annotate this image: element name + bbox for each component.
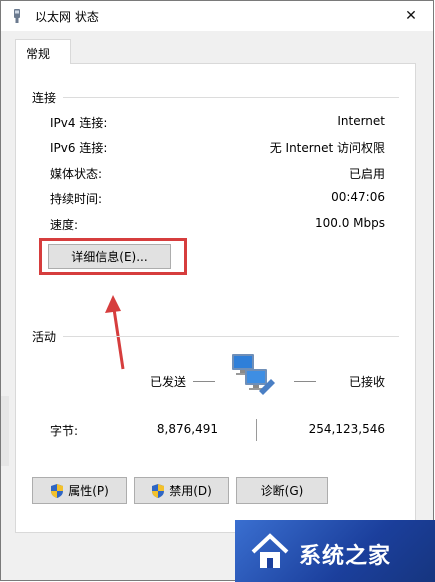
bytes-label: 字节: <box>50 424 79 438</box>
red-arrow-annotation <box>105 295 125 370</box>
speed-value: 100.0 Mbps <box>314 216 385 230</box>
media-state-value: 已启用 <box>348 167 385 181</box>
duration-value: 00:47:06 <box>331 190 385 204</box>
network-status-window: 以太网 状态 ✕ 常规 连接 IPv4 连接: Internet IPv6 连接… <box>0 0 434 581</box>
ipv4-label: IPv4 连接: <box>50 116 108 130</box>
network-adapter-icon <box>14 9 20 23</box>
received-line <box>294 381 316 382</box>
tab-label: 常规 <box>26 47 51 61</box>
bytes-received-value: 254,123,546 <box>308 422 385 436</box>
network-computers-icon <box>232 354 275 395</box>
media-state-label: 媒体状态: <box>50 167 103 181</box>
uac-shield-icon <box>51 483 64 498</box>
properties-button[interactable]: 属性(P) <box>32 477 127 504</box>
ipv6-value: 无 Internet 访问权限 <box>269 141 385 155</box>
activity-group-label: 活动 <box>32 330 57 344</box>
disable-button-label: 禁用(D) <box>169 484 212 498</box>
disable-button[interactable]: 禁用(D) <box>134 477 229 504</box>
background-window-edge <box>1 396 9 466</box>
ipv6-label: IPv6 连接: <box>50 141 108 155</box>
tab-panel <box>15 63 416 533</box>
received-label: 已接收 <box>349 375 386 389</box>
close-icon: ✕ <box>405 8 417 24</box>
diagnose-button-label: 诊断(G) <box>260 484 304 498</box>
window-title: 以太网 状态 <box>35 10 99 24</box>
speed-label: 速度: <box>50 218 79 232</box>
activity-group-divider <box>63 336 399 337</box>
bytes-separator <box>256 419 257 441</box>
sent-label: 已发送 <box>150 375 187 389</box>
title-bar: 以太网 状态 ✕ <box>1 1 433 31</box>
connection-group-divider <box>63 97 399 98</box>
ipv4-value: Internet <box>337 114 385 128</box>
bytes-sent-value: 8,876,491 <box>156 422 218 436</box>
diagnose-button[interactable]: 诊断(G) <box>236 477 328 504</box>
sent-line <box>193 381 215 382</box>
tab-general[interactable]: 常规 <box>15 39 71 64</box>
house-logo-icon <box>251 533 289 568</box>
uac-shield-icon <box>152 483 165 498</box>
site-watermark: 系统之家 <box>235 520 435 582</box>
properties-button-label: 属性(P) <box>68 484 109 498</box>
highlight-annotation <box>39 238 187 275</box>
duration-label: 持续时间: <box>50 192 103 206</box>
watermark-text: 系统之家 <box>299 544 392 569</box>
connection-group-label: 连接 <box>32 91 57 105</box>
close-button[interactable]: ✕ <box>397 4 425 28</box>
